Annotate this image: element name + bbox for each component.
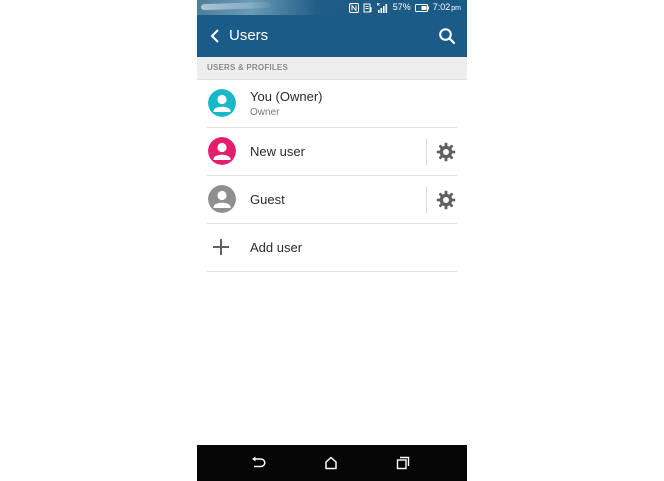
data-saver-icon: [363, 3, 373, 13]
list-item: Add user: [197, 224, 467, 272]
user-name: You (Owner): [250, 89, 323, 104]
clock-time: 7:02: [432, 1, 451, 12]
screen: 57% 7:02pm Users USERS & PROFILES You (O…: [0, 0, 664, 481]
search-button[interactable]: [437, 26, 457, 46]
gear-icon: [436, 142, 456, 162]
user-name: Guest: [250, 192, 285, 207]
search-icon: [439, 28, 456, 45]
user-role: Owner: [250, 107, 280, 118]
list-item: Guest: [197, 176, 467, 224]
user-name: New user: [250, 144, 305, 159]
avatar: [208, 185, 236, 213]
phone-screen: 57% 7:02pm Users USERS & PROFILES You (O…: [197, 0, 467, 481]
battery-icon: [414, 3, 429, 12]
back-button[interactable]: [205, 26, 225, 46]
section-header-label: USERS & PROFILES: [207, 63, 288, 72]
person-icon: [208, 89, 236, 117]
divider: [207, 271, 457, 272]
clock: 7:02pm: [433, 0, 461, 16]
clock-ampm: pm: [451, 4, 461, 12]
user-row-guest[interactable]: Guest: [197, 176, 425, 223]
new-user-settings-button[interactable]: [435, 141, 457, 163]
user-row-new-user[interactable]: New user: [197, 128, 425, 175]
chevron-left-icon: [210, 29, 219, 43]
signal-icon: [376, 2, 389, 13]
add-user-label: Add user: [250, 240, 303, 255]
nav-back-button[interactable]: [250, 454, 268, 472]
user-row-owner[interactable]: You (Owner) Owner: [197, 80, 467, 127]
app-bar: Users: [197, 15, 467, 57]
avatar: [208, 89, 236, 117]
back-icon: [252, 456, 266, 468]
vertical-divider: [426, 139, 427, 165]
navigation-bar: [197, 445, 467, 481]
status-bar-wallpaper: [200, 1, 272, 11]
vertical-divider: [426, 187, 427, 213]
users-list: You (Owner) Owner New user Guest Add use…: [197, 80, 467, 272]
recents-icon: [396, 456, 410, 470]
person-icon: [208, 137, 236, 165]
add-user-button[interactable]: Add user: [197, 224, 467, 271]
guest-settings-button[interactable]: [435, 189, 457, 211]
list-item: You (Owner) Owner: [197, 80, 467, 128]
nav-home-button[interactable]: [322, 454, 340, 472]
gear-icon: [436, 190, 456, 210]
page-title: Users: [229, 27, 269, 44]
nfc-icon: [348, 2, 359, 13]
status-icons: 57% 7:02pm: [348, 0, 461, 16]
nav-recents-button[interactable]: [394, 454, 412, 472]
home-icon: [325, 456, 337, 470]
avatar: [208, 137, 236, 165]
status-bar: 57% 7:02pm: [197, 0, 467, 15]
plus-icon: [211, 237, 231, 257]
list-item: New user: [197, 128, 467, 176]
person-icon: [208, 185, 236, 213]
section-header: USERS & PROFILES: [197, 57, 467, 80]
battery-percent: 57%: [392, 2, 411, 12]
